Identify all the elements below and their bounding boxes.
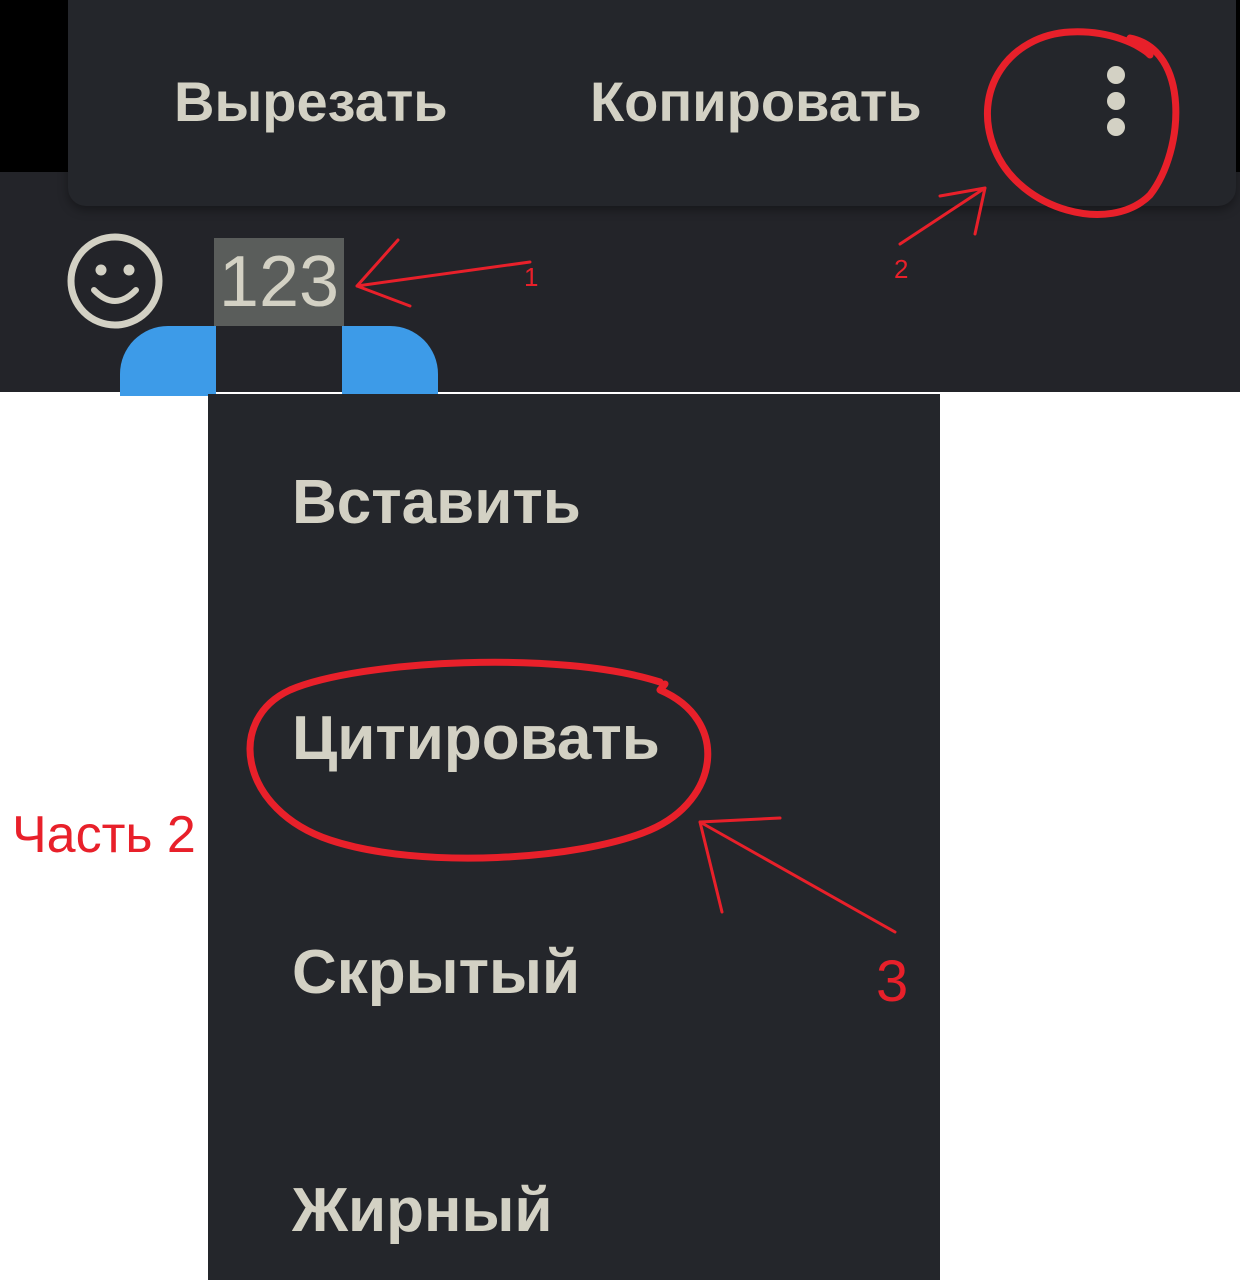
part-label: Часть 2 <box>12 806 196 864</box>
background-glyph-fragment <box>0 0 70 140</box>
selected-text[interactable]: 123 <box>214 238 344 326</box>
cut-button[interactable]: Вырезать <box>174 62 448 142</box>
emoji-button[interactable] <box>66 232 164 330</box>
annotation-marker-1: 1 <box>524 262 539 292</box>
text-selection-toolbar: Вырезать Копировать <box>68 0 1236 206</box>
more-vertical-icon-dot <box>1107 92 1125 110</box>
more-options-button[interactable] <box>1090 56 1142 146</box>
annotation-marker-3: 3 <box>876 949 909 1014</box>
more-vertical-icon <box>1107 66 1125 84</box>
menu-item-bold[interactable]: Жирный <box>292 1166 553 1256</box>
annotation-marker-2: 2 <box>894 254 909 284</box>
menu-item-paste[interactable]: Вставить <box>292 458 581 548</box>
more-vertical-icon-dot <box>1107 118 1125 136</box>
menu-item-quote[interactable]: Цитировать <box>292 694 660 784</box>
smiley-icon <box>67 233 163 329</box>
copy-button[interactable]: Копировать <box>590 62 922 142</box>
menu-item-hidden[interactable]: Скрытый <box>292 928 580 1018</box>
